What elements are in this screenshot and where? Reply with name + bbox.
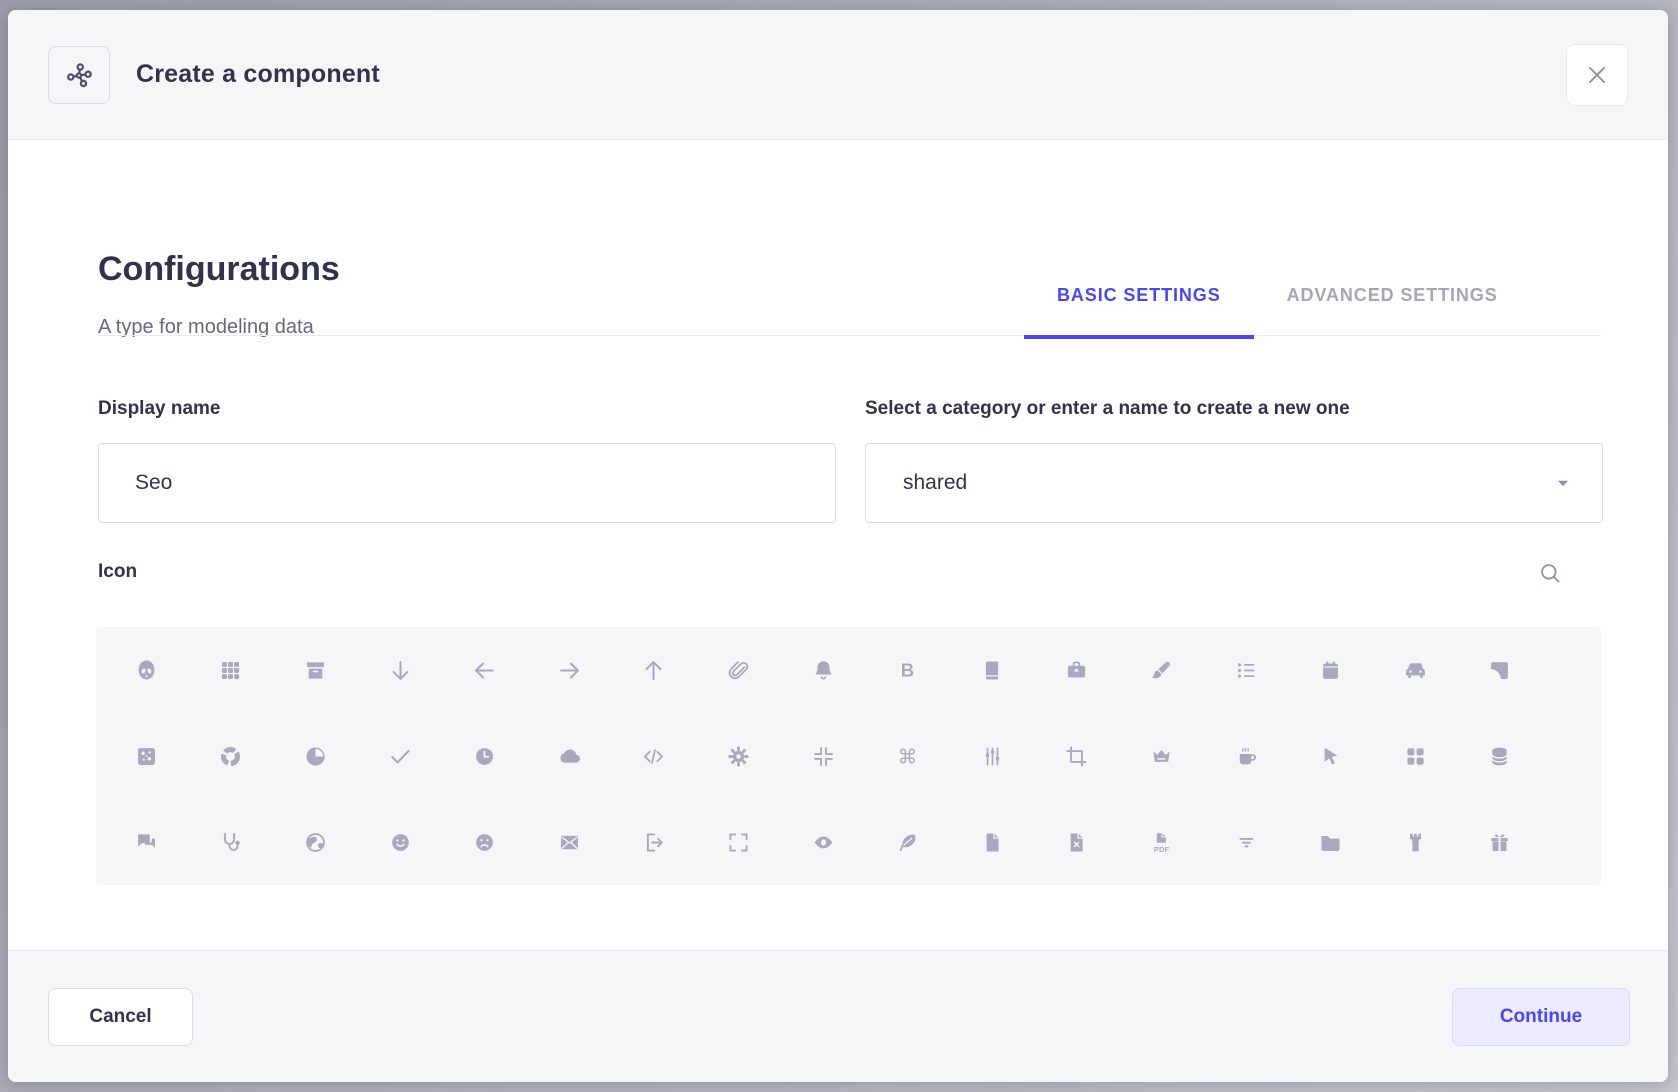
tab-advanced-settings[interactable]: ADVANCED SETTINGS [1254, 255, 1531, 339]
check-icon[interactable] [358, 713, 443, 799]
database-icon[interactable] [1458, 713, 1543, 799]
component-icon [48, 46, 110, 104]
crown-icon[interactable] [1119, 713, 1204, 799]
feather-icon[interactable] [865, 799, 950, 885]
arrow-down-icon[interactable] [358, 627, 443, 713]
category-select[interactable]: shared [865, 443, 1603, 523]
doctor-icon[interactable] [189, 799, 274, 885]
emotion-happy-icon[interactable] [358, 799, 443, 885]
folder-icon[interactable] [1288, 799, 1373, 885]
bell-icon[interactable] [781, 627, 866, 713]
display-name-label: Display name [98, 398, 221, 420]
brush-icon[interactable] [1119, 627, 1204, 713]
envelope-icon[interactable] [527, 799, 612, 885]
cup-icon[interactable] [1204, 713, 1289, 799]
emotion-unhappy-icon[interactable] [442, 799, 527, 885]
expand-icon[interactable] [696, 799, 781, 885]
chevron-down-icon [1552, 472, 1574, 494]
car-icon[interactable] [1373, 627, 1458, 713]
icon-section-label: Icon [98, 561, 137, 583]
category-selected-value: shared [866, 471, 967, 495]
icon-picker-grid: B ⌘ PDF [96, 627, 1601, 885]
category-label: Select a category or enter a name to cre… [865, 398, 1350, 420]
file-error-icon[interactable] [1035, 799, 1120, 885]
chart-circle-icon[interactable] [189, 713, 274, 799]
arrow-right-icon[interactable] [527, 627, 612, 713]
calendar-icon[interactable] [1288, 627, 1373, 713]
archive-icon[interactable] [273, 627, 358, 713]
alien-icon[interactable] [104, 627, 189, 713]
crop-icon[interactable] [1035, 713, 1120, 799]
bold-icon[interactable]: B [865, 627, 950, 713]
svg-text:B: B [901, 659, 914, 680]
book-icon[interactable] [950, 627, 1035, 713]
exit-icon[interactable] [612, 799, 697, 885]
earth-icon[interactable] [273, 799, 358, 885]
dialog-title: Create a component [136, 60, 380, 89]
clock-icon[interactable] [442, 713, 527, 799]
display-name-input[interactable] [99, 444, 835, 522]
connector-icon[interactable] [950, 713, 1035, 799]
cancel-button[interactable]: Cancel [48, 988, 193, 1046]
page-title: Configurations [98, 250, 340, 289]
collapse-icon[interactable] [781, 713, 866, 799]
apps-icon[interactable] [189, 627, 274, 713]
gate-icon[interactable] [1373, 799, 1458, 885]
dialog-footer: Cancel Continue [8, 950, 1668, 1082]
tab-basic-settings[interactable]: BASIC SETTINGS [1024, 255, 1254, 339]
cast-icon[interactable] [1458, 627, 1543, 713]
cloud-icon[interactable] [527, 713, 612, 799]
close-icon[interactable] [1566, 44, 1628, 106]
dialog-header: Create a component [8, 10, 1668, 140]
attachment-icon[interactable] [696, 627, 781, 713]
bullet-list-icon[interactable] [1204, 627, 1289, 713]
settings-tabs: BASIC SETTINGS ADVANCED SETTINGS [1024, 255, 1531, 339]
continue-button[interactable]: Continue [1452, 988, 1630, 1046]
briefcase-icon[interactable] [1035, 627, 1120, 713]
arrow-up-icon[interactable] [612, 627, 697, 713]
svg-text:PDF: PDF [1154, 844, 1170, 853]
svg-text:⌘: ⌘ [898, 745, 918, 768]
cursor-icon[interactable] [1288, 713, 1373, 799]
chart-bubble-icon[interactable] [104, 713, 189, 799]
code-icon[interactable] [612, 713, 697, 799]
display-name-field-box [98, 443, 836, 523]
eye-icon[interactable] [781, 799, 866, 885]
command-icon[interactable]: ⌘ [865, 713, 950, 799]
arrow-left-icon[interactable] [442, 627, 527, 713]
search-icon[interactable] [1530, 553, 1570, 593]
gift-icon[interactable] [1458, 799, 1543, 885]
file-icon[interactable] [950, 799, 1035, 885]
cog-icon[interactable] [696, 713, 781, 799]
file-pdf-icon[interactable]: PDF [1119, 799, 1204, 885]
chart-pie-icon[interactable] [273, 713, 358, 799]
filter-icon[interactable] [1204, 799, 1289, 885]
dashboard-icon[interactable] [1373, 713, 1458, 799]
create-component-dialog: Create a component Configurations A type… [8, 10, 1668, 1082]
discuss-icon[interactable] [104, 799, 189, 885]
